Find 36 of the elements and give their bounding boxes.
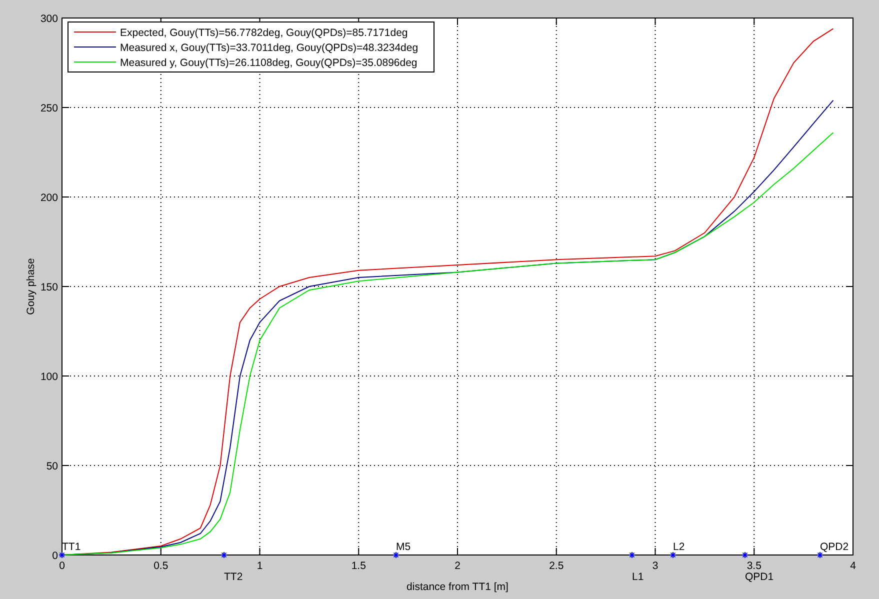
tick-label: 0 bbox=[59, 560, 65, 572]
marker-label: L1 bbox=[632, 571, 644, 583]
legend-text: Expected, Gouy(TTs)=56.7782deg, Gouy(QPDs)=85.7171deg bbox=[120, 27, 408, 39]
marker-label: TT2 bbox=[224, 571, 243, 583]
tick-label: 4 bbox=[850, 560, 856, 572]
tick-label: 0 bbox=[52, 550, 58, 562]
star-marker bbox=[392, 552, 400, 558]
marker-label: TT1 bbox=[62, 541, 81, 553]
legend-text: Measured x, Gouy(TTs)=33.7011deg, Gouy(QPDs)=48.3234deg bbox=[120, 42, 418, 54]
marker-label: QPD2 bbox=[820, 541, 849, 553]
tick-label: 3.5 bbox=[746, 560, 762, 572]
tick-label: 150 bbox=[40, 282, 58, 294]
tick-label: 0.5 bbox=[154, 560, 168, 572]
tick-label: 300 bbox=[40, 13, 58, 25]
tick-label: 2 bbox=[454, 560, 460, 572]
star-marker bbox=[220, 552, 228, 558]
axis-label: distance from TT1 [m] bbox=[406, 581, 508, 593]
axis-label: Gouy phase bbox=[25, 258, 37, 315]
star-marker bbox=[742, 552, 748, 558]
star-marker bbox=[670, 552, 676, 558]
marker-label: QPD1 bbox=[745, 571, 774, 583]
star-marker bbox=[628, 552, 636, 558]
legend-line bbox=[74, 46, 116, 48]
legend-text: Measured y, Gouy(TTs)=26.1108deg, Gouy(QPDs)=35.0896deg bbox=[120, 57, 418, 69]
star-marker bbox=[816, 552, 824, 558]
tick-label: 3 bbox=[652, 560, 658, 572]
star-marker bbox=[58, 552, 66, 558]
tick-label: 1.5 bbox=[351, 560, 366, 572]
tick-label: 1 bbox=[256, 560, 263, 572]
marker-label: L2 bbox=[673, 541, 685, 553]
tick-label: 100 bbox=[40, 371, 58, 383]
tick-label: 50 bbox=[46, 460, 58, 472]
tick-label: 200 bbox=[40, 192, 58, 204]
tick-label: 2.5 bbox=[549, 560, 564, 572]
tick-label: 250 bbox=[40, 102, 58, 114]
marker-label: M5 bbox=[396, 541, 411, 553]
